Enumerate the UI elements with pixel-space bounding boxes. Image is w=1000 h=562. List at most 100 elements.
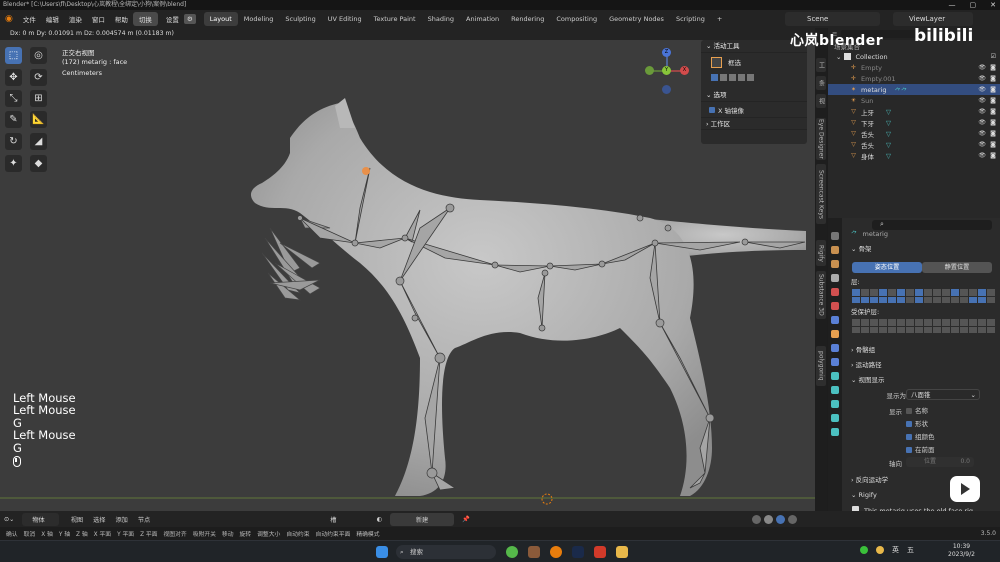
mode-new-icon[interactable]: [711, 73, 718, 81]
clock[interactable]: 10:39 2023/9/2: [948, 543, 975, 559]
tab-animation[interactable]: Animation: [460, 12, 505, 26]
constraints-props-icon[interactable]: [831, 372, 839, 380]
mode-intersect-icon[interactable]: [747, 73, 754, 81]
show-shapes-row[interactable]: 形状: [906, 418, 928, 428]
eye-icon[interactable]: 👁: [978, 75, 986, 82]
view-layer-props-icon[interactable]: [831, 274, 839, 282]
navigation-gizmo[interactable]: Z Y X: [640, 45, 696, 101]
rest-position-button[interactable]: 静置位置: [922, 262, 992, 273]
gizmo-z-axis[interactable]: Z: [662, 48, 671, 57]
transform-tool-icon[interactable]: ⊞: [30, 90, 47, 107]
outliner-item-metarig[interactable]: ✶ metarig ⺈⺈ 👁 ◙: [828, 84, 1000, 95]
close-button[interactable]: ✕: [990, 0, 996, 10]
gear-icon[interactable]: ⚙: [183, 14, 196, 24]
outliner-item-empty[interactable]: ✛ Empty 👁 ◙: [828, 62, 1000, 73]
ime-mode-2[interactable]: 五: [907, 545, 914, 555]
object-data-props-icon[interactable]: [831, 386, 839, 394]
material-props-icon[interactable]: [831, 428, 839, 436]
tool-props-icon[interactable]: [831, 232, 839, 240]
wechat-icon[interactable]: [860, 546, 868, 554]
collection-checkbox-icon[interactable]: ☑: [991, 53, 996, 60]
eye-icon[interactable]: 👁: [978, 97, 986, 104]
show-shapes-checkbox[interactable]: [906, 421, 912, 427]
bone-size-tool-icon[interactable]: ◢: [30, 133, 47, 150]
mode-selector[interactable]: 物体: [22, 512, 59, 526]
protected-layers-grid[interactable]: [852, 319, 995, 333]
eye-icon[interactable]: 👁: [978, 119, 986, 126]
camera-icon[interactable]: ◙: [990, 130, 996, 137]
camera-icon[interactable]: ◙: [990, 97, 996, 104]
rotate-tool-icon[interactable]: ⟳: [30, 69, 47, 86]
add-workspace-button[interactable]: +: [711, 12, 728, 26]
camera-icon[interactable]: ◙: [990, 152, 996, 159]
outliner-item-empty-001[interactable]: ✛ Empty.001 👁 ◙: [828, 73, 1000, 84]
tab-compositing[interactable]: Compositing: [550, 12, 603, 26]
outliner-item-lower-teeth[interactable]: ▽ 下牙 ▽ 👁 ◙: [828, 117, 1000, 128]
collection-props-icon[interactable]: [831, 316, 839, 324]
blender-taskbar-icon[interactable]: [550, 546, 562, 558]
show-in-front-row[interactable]: 在前面: [906, 444, 935, 454]
menu-view[interactable]: 视图: [71, 515, 83, 524]
eye-icon[interactable]: 👁: [978, 130, 986, 137]
tab-shading[interactable]: Shading: [422, 12, 460, 26]
move-tool-icon[interactable]: ✥: [5, 69, 22, 86]
eye-icon[interactable]: 👁: [978, 152, 986, 159]
gizmo-y-axis[interactable]: Y: [662, 66, 671, 75]
show-in-front-checkbox[interactable]: [906, 447, 912, 453]
cursor-tool-icon[interactable]: ◎: [30, 47, 47, 64]
eye-icon[interactable]: 👁: [978, 64, 986, 71]
shading-buttons[interactable]: [752, 514, 797, 524]
minimize-button[interactable]: —: [949, 0, 956, 10]
tab-eye-designer[interactable]: Eye Designer: [816, 118, 826, 160]
gizmo-neg-z-axis[interactable]: [662, 85, 671, 94]
windows-start-icon[interactable]: [376, 546, 388, 558]
workspace-header[interactable]: › 工作区: [701, 117, 807, 130]
bone-props-icon[interactable]: [831, 400, 839, 408]
app-tray-icon[interactable]: [876, 546, 884, 554]
eye-icon[interactable]: 👁: [978, 86, 986, 93]
scale-tool-icon[interactable]: ⤡: [5, 90, 22, 107]
motion-paths-header[interactable]: › 运动路径: [845, 359, 995, 371]
tab-item[interactable]: 条: [816, 76, 826, 90]
eye-icon[interactable]: 👁: [978, 108, 986, 115]
camera-icon[interactable]: ◙: [990, 119, 996, 126]
photoshop-icon[interactable]: [572, 546, 584, 558]
active-tool-row[interactable]: 框选: [701, 53, 807, 71]
tab-texture-paint[interactable]: Texture Paint: [368, 12, 422, 26]
camera-icon[interactable]: ◙: [990, 75, 996, 82]
wireframe-shading-icon[interactable]: [752, 514, 761, 524]
axes-position-field[interactable]: 位置 0.0: [906, 457, 974, 467]
menu-render[interactable]: 渲染: [64, 14, 87, 24]
bone-groups-header[interactable]: › 骨骼组: [845, 344, 995, 356]
tab-modeling[interactable]: Modeling: [238, 12, 280, 26]
tab-polygoniq[interactable]: polygoniq: [816, 346, 826, 386]
tab-substance-3d[interactable]: Substance 3D: [816, 271, 826, 319]
x-mirror-row[interactable]: X 轴镜像: [701, 102, 807, 117]
show-group-colors-checkbox[interactable]: [906, 434, 912, 440]
outliner-item-tongue-b[interactable]: ▽ 舌头 ▽ 👁 ◙: [828, 139, 1000, 150]
envelope-tool-icon[interactable]: ◆: [30, 155, 47, 172]
material-icon[interactable]: ◐: [376, 516, 381, 523]
eye-icon[interactable]: 👁: [978, 141, 986, 148]
tab-sculpting[interactable]: Sculpting: [279, 12, 321, 26]
solid-shading-icon[interactable]: [764, 514, 773, 524]
camera-icon[interactable]: ◙: [990, 141, 996, 148]
physics-props-icon[interactable]: [831, 344, 839, 352]
world-props-icon[interactable]: [831, 302, 839, 310]
tab-screencast-keys[interactable]: Screencast Keys: [816, 164, 826, 224]
mode-sub-icon[interactable]: [729, 73, 736, 81]
options-header[interactable]: ⌄ 选项: [701, 89, 807, 102]
constraint-props-icon[interactable]: [831, 358, 839, 366]
app-icon-2[interactable]: [528, 546, 540, 558]
taskbar-search[interactable]: ⌕ 搜索: [396, 545, 496, 559]
app-icon-5[interactable]: [594, 546, 606, 558]
viewport-display-header[interactable]: ⌄ 视图显示: [845, 374, 995, 386]
roll-tool-icon[interactable]: ↻: [5, 133, 22, 150]
show-names-row[interactable]: 名称: [906, 405, 928, 415]
tab-rendering[interactable]: Rendering: [505, 12, 550, 26]
show-group-colors-row[interactable]: 组颜色: [906, 431, 935, 441]
layers-grid[interactable]: [852, 289, 995, 303]
annotate-tool-icon[interactable]: ✎: [5, 111, 22, 128]
outliner-item-sun[interactable]: ☀ Sun 👁 ◙: [828, 95, 1000, 106]
folder-icon[interactable]: [616, 546, 628, 558]
